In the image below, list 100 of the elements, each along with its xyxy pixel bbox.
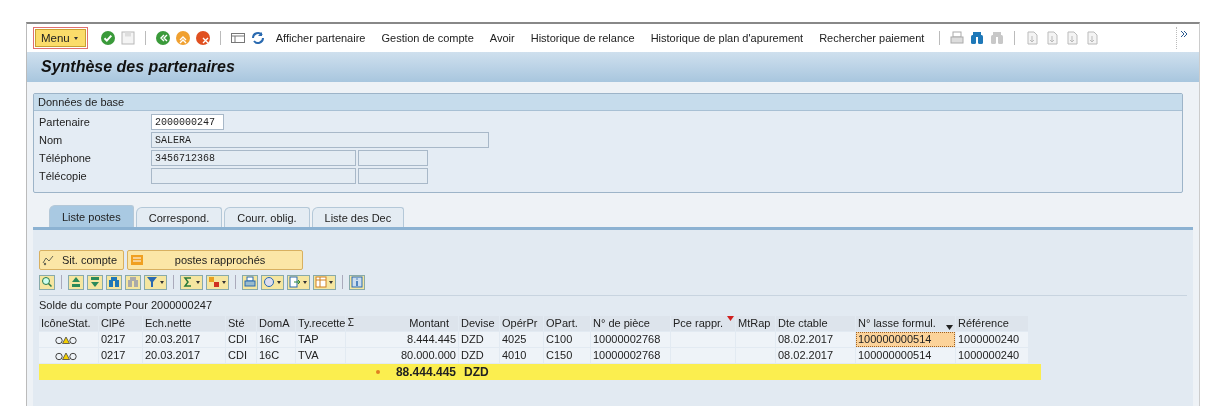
table-cell: 10000002768 [591, 332, 670, 347]
field-label: Téléphone [38, 152, 92, 164]
column-header[interactable]: IcôneStat. [39, 316, 98, 331]
toolbar-button[interactable]: Rechercher paiement [813, 32, 931, 44]
find-icon[interactable] [969, 30, 986, 46]
table-cell: 20.03.2017 [143, 348, 225, 363]
action-button[interactable]: Sit. compte [39, 250, 125, 270]
tab[interactable]: Courr. oblig. [224, 207, 310, 227]
findnext-button[interactable] [125, 274, 141, 290]
column-header[interactable]: Référence [956, 316, 1028, 331]
toolbar-button[interactable]: Historique de plan d'apurement [644, 32, 810, 44]
total-marker-icon [376, 370, 380, 374]
input-field[interactable]: 3456712368 [151, 150, 356, 166]
find-button[interactable] [106, 274, 122, 290]
table-cell: DZD [459, 332, 499, 347]
total-amount: 88.444.445 [395, 365, 456, 379]
table-cell: 0217 [99, 348, 142, 363]
table-cell: 20.03.2017 [143, 332, 225, 347]
export-button[interactable] [287, 274, 310, 290]
sortup-button[interactable] [68, 274, 84, 290]
find-icon [108, 276, 120, 288]
layout-icon[interactable] [229, 30, 246, 46]
field-label: Nom [38, 134, 64, 146]
column-header[interactable]: Devise [459, 316, 499, 331]
column-header[interactable]: Sté [226, 316, 256, 331]
table-cell: 16C [257, 332, 295, 347]
refresh-icon[interactable] [249, 30, 266, 46]
table-cell: C100 [544, 332, 590, 347]
toolbar-button[interactable]: Afficher partenaire [269, 32, 372, 44]
subtotal-icon [208, 276, 220, 288]
table-cell: 100000000514 [856, 348, 955, 363]
action-button[interactable]: postes rapprochés [127, 250, 304, 270]
sum-icon [348, 318, 354, 326]
layout-button[interactable] [313, 274, 336, 290]
tab[interactable]: Correspond. [135, 207, 223, 227]
column-header[interactable]: Ech.nette [143, 316, 225, 331]
layout-icon [315, 276, 327, 288]
column-header[interactable]: DomA [257, 316, 295, 331]
sortdown-icon [89, 276, 101, 288]
field-label: Partenaire [38, 116, 91, 128]
table-cell: 0217 [99, 332, 142, 347]
sum-icon [182, 276, 194, 288]
print-button[interactable] [242, 274, 258, 290]
toolbar-button[interactable]: Historique de relance [524, 32, 641, 44]
table-cell: 1000000240 [956, 332, 1028, 347]
subtotal-button[interactable] [206, 274, 229, 290]
back-icon[interactable] [154, 30, 171, 46]
column-header[interactable]: Ty.recette [296, 316, 345, 331]
findnext-icon [127, 276, 139, 288]
info-icon [351, 276, 363, 288]
partner-field[interactable]: 2000000247 [151, 114, 224, 130]
sum-button[interactable] [180, 274, 203, 290]
table-cell: TVA [296, 348, 345, 363]
tab[interactable]: Liste postes [49, 205, 134, 227]
field-label: Télécopie [38, 170, 88, 182]
table-title: Solde du compte Pour 2000000247 [39, 295, 1187, 314]
magnifier-button[interactable] [39, 274, 55, 290]
table-cell: 08.02.2017 [776, 348, 855, 363]
export-icon [289, 276, 301, 288]
table-cell: DZD [459, 348, 499, 363]
table-cell: 8.444.445 [346, 332, 458, 347]
input-field[interactable] [358, 168, 428, 184]
group-title: Données de base [34, 94, 1182, 111]
table-cell: TAP [296, 332, 345, 347]
column-header[interactable]: Dte ctable [776, 316, 855, 331]
name-field[interactable]: SALERA [151, 132, 489, 148]
table-cell: 80.000.000 [346, 348, 458, 363]
exit-icon[interactable] [174, 30, 191, 46]
chart-line-icon [42, 254, 54, 266]
table-cell: CDI [226, 332, 256, 347]
info-button[interactable] [349, 274, 365, 290]
total-currency: DZD [463, 365, 489, 379]
toolbar-button[interactable]: Avoir [483, 32, 521, 44]
column-header[interactable]: ClPé [99, 316, 142, 331]
table-cell: C150 [544, 348, 590, 363]
column-header[interactable]: OpérPr [500, 316, 543, 331]
column-header[interactable]: N° lasse formul. [856, 316, 955, 331]
input-field[interactable] [358, 150, 428, 166]
column-header[interactable]: Montant [346, 316, 458, 331]
column-header[interactable]: Pce rappr. [671, 316, 735, 331]
check-icon[interactable] [99, 30, 116, 46]
table-cell: 16C [257, 348, 295, 363]
sort-marker-icon [946, 325, 953, 330]
menu-button[interactable]: Menu [35, 29, 86, 47]
column-header[interactable]: OPart. [544, 316, 590, 331]
input-field[interactable] [151, 168, 356, 184]
table-cell: 1000000240 [956, 348, 1028, 363]
view-button[interactable] [261, 274, 284, 290]
sortdown-button[interactable] [87, 274, 103, 290]
cancel-icon[interactable] [194, 30, 211, 46]
filter-button[interactable] [144, 274, 167, 290]
table-cell: 10000002768 [591, 348, 670, 363]
print-icon[interactable] [949, 30, 966, 46]
list-icon [130, 254, 145, 266]
tab[interactable]: Liste des Dec [311, 207, 405, 227]
toolbar-button[interactable]: Gestion de compte [375, 32, 480, 44]
column-header[interactable]: MtRap [736, 316, 775, 331]
table-cell: CDI [226, 348, 256, 363]
column-header[interactable]: N° de pièce [591, 316, 670, 331]
sortup-icon [70, 276, 82, 288]
